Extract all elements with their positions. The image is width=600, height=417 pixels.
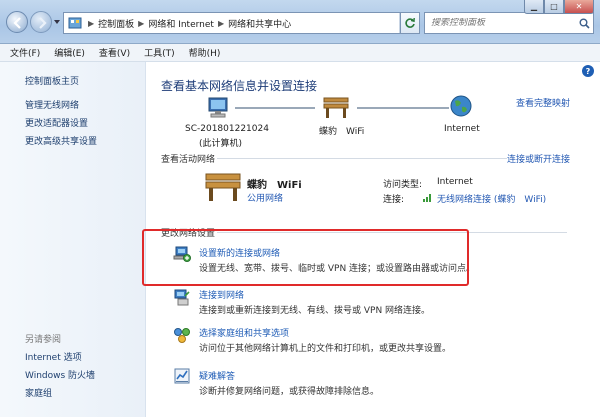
task-troubleshoot-link[interactable]: 疑难解答 <box>199 369 235 382</box>
map-internet: Internet <box>444 124 480 134</box>
task-connect-network-desc: 连接到或重新连接到无线、有线、拨号或 VPN 网络连接。 <box>199 306 431 316</box>
close-icon: ✕ <box>575 2 583 11</box>
breadcrumb-separator: ▶ <box>88 18 95 28</box>
search-input[interactable] <box>431 18 575 28</box>
menu-tools[interactable]: 工具(T) <box>144 46 175 59</box>
breadcrumb-network-internet[interactable]: 网络和 Internet <box>148 17 214 30</box>
connect-network-icon <box>174 289 190 306</box>
menu-view[interactable]: 查看(V) <box>99 46 130 59</box>
troubleshoot-icon <box>174 368 190 384</box>
search-box[interactable] <box>424 12 594 34</box>
minimize-button[interactable]: ▁ <box>524 0 544 14</box>
computer-name: SC-201801221024 <box>185 124 269 134</box>
computer-sub: (此计算机) <box>199 139 243 149</box>
task-homegroup-desc: 访问位于其他网络计算机上的文件和打印机，或更改共享设置。 <box>199 344 452 354</box>
divider <box>217 158 507 159</box>
link-network-type[interactable]: 公用网络 <box>247 191 283 204</box>
menu-help[interactable]: 帮助(H) <box>189 46 221 59</box>
link-change-adapter[interactable]: 更改适配器设置 <box>25 116 88 129</box>
connector-line <box>235 107 315 109</box>
link-advanced-sharing[interactable]: 更改高级共享设置 <box>25 134 97 147</box>
active-networks-title: 查看活动网络 <box>161 155 216 165</box>
link-manage-wireless[interactable]: 管理无线网络 <box>25 98 79 111</box>
globe-icon <box>450 95 472 117</box>
left-pane: 控制面板主页 管理无线网络 更改适配器设置 更改高级共享设置 另请参阅 Inte… <box>0 62 146 417</box>
breadcrumb-separator: ▶ <box>217 18 225 28</box>
computer-icon <box>208 97 228 118</box>
homegroup-icon <box>174 328 190 343</box>
access-type-value: Internet <box>437 177 473 187</box>
window-controls: ▁ □ ✕ <box>524 0 594 14</box>
breadcrumb-separator: ▶ <box>138 18 145 28</box>
forward-button[interactable] <box>30 11 52 33</box>
highlight-box <box>142 229 469 286</box>
link-wireless-connection[interactable]: 无线网络连接 (蝶豹 WiFi) <box>437 192 546 205</box>
breadcrumb-network-sharing-center[interactable]: 网络和共享中心 <box>228 17 291 30</box>
connector-line <box>357 107 449 109</box>
address-bar[interactable]: ▶ 控制面板 ▶ 网络和 Internet ▶ 网络和共享中心 <box>63 12 418 34</box>
title-bar: ▶ 控制面板 ▶ 网络和 Internet ▶ 网络和共享中心 ▁ □ ✕ <box>0 0 600 44</box>
task-connect-network-link[interactable]: 连接到网络 <box>199 288 244 301</box>
bench-network-icon <box>205 173 241 201</box>
menu-file[interactable]: 文件(F) <box>10 46 40 59</box>
menu-bar: 文件(F) 编辑(E) 查看(V) 工具(T) 帮助(H) <box>0 44 600 62</box>
link-connect-disconnect[interactable]: 连接或断开连接 <box>507 152 570 165</box>
forward-arrow-icon <box>39 17 47 29</box>
map-network-name: 蝶豹 WiFi <box>319 127 365 137</box>
page-title: 查看基本网络信息并设置连接 <box>161 79 318 93</box>
control-panel-icon <box>68 17 82 29</box>
breadcrumb-control-panel[interactable]: 控制面板 <box>98 17 134 30</box>
bench-network-icon <box>323 97 349 118</box>
minimize-icon: ▁ <box>530 2 538 11</box>
link-control-panel-home[interactable]: 控制面板主页 <box>25 74 79 87</box>
search-icon[interactable] <box>575 18 593 29</box>
back-arrow-icon <box>13 17 21 29</box>
menu-edit[interactable]: 编辑(E) <box>54 46 85 59</box>
access-type-label: 访问类型: <box>383 180 423 190</box>
see-also-title: 另请参阅 <box>25 335 62 345</box>
task-troubleshoot-desc: 诊断并修复网络问题，或获得故障排除信息。 <box>199 387 380 397</box>
link-homegroup[interactable]: 家庭组 <box>25 386 52 399</box>
refresh-button[interactable] <box>400 12 420 34</box>
help-icon[interactable]: ? <box>582 65 594 77</box>
signal-strength-icon <box>423 194 431 202</box>
history-dropdown-icon[interactable] <box>53 18 61 26</box>
close-button[interactable]: ✕ <box>564 0 594 14</box>
link-see-full-map[interactable]: 查看完整映射 <box>516 96 570 109</box>
maximize-button[interactable]: □ <box>544 0 564 14</box>
back-button[interactable] <box>6 11 28 33</box>
task-homegroup-link[interactable]: 选择家庭组和共享选项 <box>199 326 289 339</box>
refresh-icon <box>405 17 415 28</box>
active-network-name: 蝶豹 WiFi <box>247 180 302 191</box>
maximize-icon: □ <box>550 2 558 11</box>
link-internet-options[interactable]: Internet 选项 <box>25 350 82 363</box>
connections-label: 连接: <box>383 195 405 205</box>
link-windows-firewall[interactable]: Windows 防火墙 <box>25 368 95 381</box>
